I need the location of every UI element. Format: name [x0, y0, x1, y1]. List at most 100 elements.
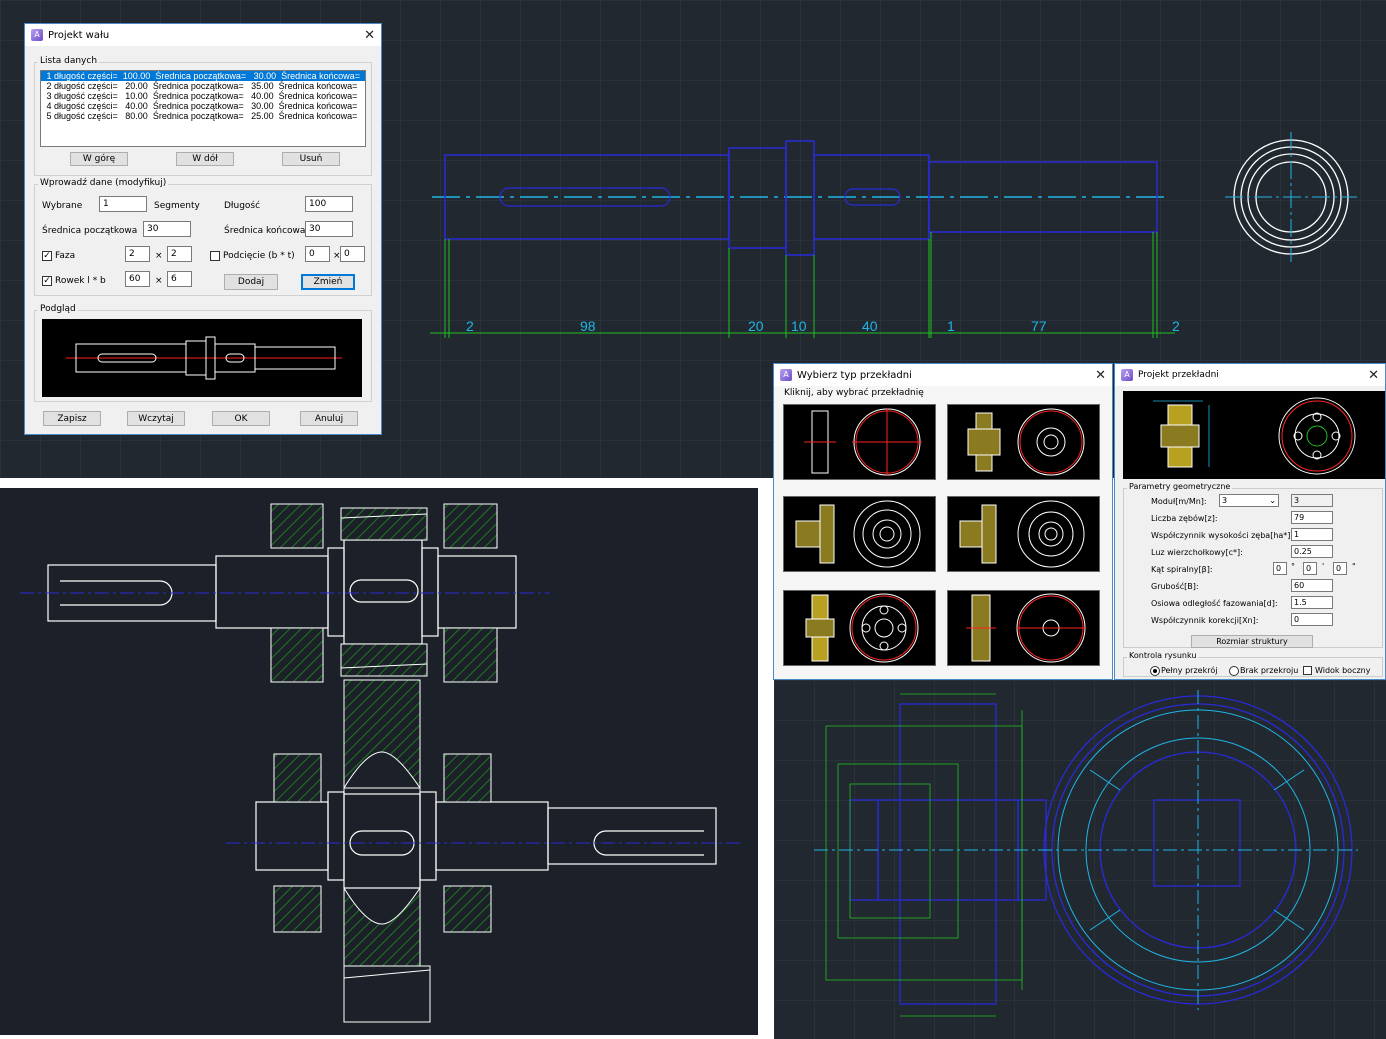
no-section-radio[interactable] — [1229, 666, 1239, 676]
thickness-input[interactable]: 60 — [1291, 579, 1333, 592]
minute-symbol: ' — [1322, 562, 1325, 571]
dialog-title: Projekt przekładni — [1138, 370, 1219, 380]
gear-thumbnail — [804, 408, 922, 476]
add-button[interactable]: Dodaj — [224, 274, 278, 290]
length-label: Długość — [224, 201, 261, 211]
helix-deg-input[interactable]: 0 — [1273, 562, 1287, 575]
end-diameter-input[interactable]: 30 — [305, 221, 353, 237]
addendum-label: Współczynnik wysokości zęba[ha*]: — [1151, 531, 1294, 540]
chamfer-distance-label: Osiowa odległość fazowania[d]: — [1151, 599, 1278, 608]
segments-label: Segmenty — [154, 201, 200, 211]
gear-type-option-spur[interactable] — [783, 404, 936, 480]
gear-type-option-flange-alt[interactable] — [947, 496, 1100, 572]
start-diameter-input[interactable]: 30 — [143, 221, 191, 237]
chamfer-checkbox[interactable]: ✓ — [42, 251, 52, 261]
keyway-checkbox[interactable]: ✓ — [42, 276, 52, 286]
undercut-a-input[interactable]: 0 — [305, 246, 330, 262]
keyway-b-input[interactable]: 6 — [167, 271, 192, 287]
gear-type-option-hub[interactable] — [947, 404, 1100, 480]
shaft-preview — [42, 319, 362, 397]
close-icon[interactable]: ✕ — [1368, 368, 1379, 383]
times-symbol: × — [155, 276, 163, 286]
group-label: Lista danych — [38, 56, 100, 66]
chamfer-b-input[interactable]: 2 — [167, 246, 192, 262]
no-section-label: Brak przekroju — [1240, 666, 1299, 675]
gear-design-dialog: A Projekt przekładni ✕ Parametry geometr… — [1114, 363, 1386, 680]
dialog-titlebar: A Wybierz typ przekładni ✕ — [774, 364, 1112, 386]
correction-input[interactable]: 0 — [1291, 613, 1333, 626]
dialog-title: Wybierz typ przekładni — [797, 369, 912, 381]
gear-thumbnail — [805, 593, 919, 663]
list-item[interactable]: 5 długość części= 80.00 Średnica początk… — [41, 111, 366, 121]
load-button[interactable]: Wczytaj — [127, 411, 185, 426]
preview-group: Podgląd — [34, 304, 372, 402]
cancel-button[interactable]: Anuluj — [300, 411, 358, 426]
thickness-label: Grubość[B]: — [1151, 582, 1199, 591]
list-item[interactable]: 1 długość części= 100.00 Średnica począt… — [41, 71, 365, 81]
times-symbol: × — [155, 251, 163, 261]
end-diameter-label: Średnica końcowa — [224, 226, 306, 236]
group-label: Parametry geometryczne — [1127, 482, 1233, 491]
side-view-label: Widok boczny — [1315, 666, 1371, 675]
chamfer-label: Faza — [55, 251, 76, 261]
move-up-button[interactable]: W górę — [70, 152, 128, 166]
correction-label: Współczynnik korekcji[Xn]: — [1151, 616, 1259, 625]
app-icon: A — [1121, 369, 1133, 381]
addendum-input[interactable]: 1 — [1291, 528, 1333, 541]
second-symbol: " — [1352, 562, 1356, 571]
gearbox-drawing — [20, 503, 740, 1023]
teeth-input[interactable]: 79 — [1291, 511, 1333, 524]
save-button[interactable]: Zapisz — [43, 411, 101, 426]
list-item[interactable]: 3 długość części= 10.00 Średnica początk… — [41, 91, 366, 101]
segment-list[interactable]: 1 długość części= 100.00 Średnica począt… — [40, 70, 366, 147]
gear-type-option-holes[interactable] — [783, 590, 936, 666]
teeth-label: Liczba zębów[z]: — [1151, 514, 1218, 523]
gear-type-option-flange[interactable] — [783, 496, 936, 572]
structure-size-button[interactable]: Rozmiar struktury — [1191, 635, 1313, 648]
gear-type-option-plain[interactable] — [947, 590, 1100, 666]
module-select-value: 3 — [1222, 496, 1228, 505]
list-item[interactable]: 4 długość części= 40.00 Średnica początk… — [41, 101, 366, 111]
chamfer-a-input[interactable]: 2 — [125, 246, 150, 262]
module-input[interactable]: 3 — [1291, 494, 1333, 507]
helix-min-input[interactable]: 0 — [1303, 562, 1317, 575]
dim-label: 2 — [1172, 318, 1180, 334]
ok-button[interactable]: OK — [212, 411, 270, 426]
chevron-down-icon: ⌄ — [1269, 496, 1276, 505]
close-icon[interactable]: ✕ — [364, 28, 375, 43]
cad-viewport-gear[interactable] — [774, 680, 1386, 1039]
dim-label: 2 — [466, 318, 474, 334]
close-icon[interactable]: ✕ — [1095, 368, 1106, 383]
keyway-a-input[interactable]: 60 — [125, 271, 150, 287]
data-list-group: Lista danych 1 długość części= 100.00 Śr… — [34, 56, 372, 176]
gear-thumbnail — [966, 593, 1086, 663]
full-section-label: Pełny przekrój — [1161, 666, 1218, 675]
gear-type-hint: Kliknij, aby wybrać przekładnię — [784, 388, 924, 398]
full-section-radio[interactable] — [1150, 666, 1160, 676]
cad-viewport-gearbox[interactable] — [0, 488, 758, 1035]
dialog-titlebar: A Projekt przekładni ✕ — [1115, 364, 1385, 386]
dim-label: 20 — [748, 318, 764, 334]
gear-thumbnail — [959, 500, 1085, 568]
list-item[interactable]: 2 długość części= 20.00 Średnica początk… — [41, 81, 366, 91]
helix-sec-input[interactable]: 0 — [1333, 562, 1347, 575]
undercut-b-input[interactable]: 0 — [340, 246, 365, 262]
app-icon: A — [31, 29, 43, 41]
delete-button[interactable]: Usuń — [282, 152, 340, 166]
chamfer-distance-input[interactable]: 1.5 — [1291, 596, 1333, 609]
dim-label: 10 — [791, 318, 807, 334]
selected-input[interactable]: 1 — [99, 196, 147, 212]
side-view-checkbox[interactable] — [1303, 666, 1312, 675]
length-input[interactable]: 100 — [305, 196, 353, 212]
dim-label: 77 — [1031, 318, 1047, 334]
clearance-input[interactable]: 0.25 — [1291, 545, 1333, 558]
dim-label: 98 — [580, 318, 596, 334]
module-select[interactable]: 3 ⌄ — [1219, 494, 1279, 507]
change-button[interactable]: Zmień — [301, 274, 355, 290]
app-icon: A — [780, 369, 792, 381]
move-down-button[interactable]: W dół — [176, 152, 234, 166]
selected-label: Wybrane — [42, 201, 83, 211]
gear-thumbnail — [795, 500, 921, 568]
undercut-checkbox[interactable] — [210, 251, 220, 261]
dim-label: 40 — [862, 318, 878, 334]
